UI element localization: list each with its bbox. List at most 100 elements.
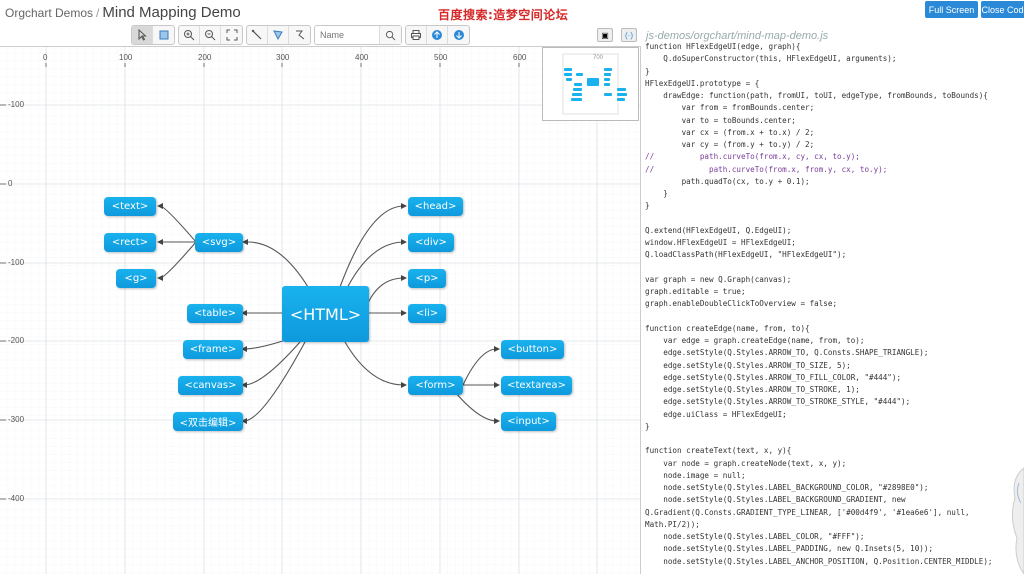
pointer-mode-button[interactable]	[132, 26, 153, 44]
code-line: function createEdge(name, from, to){	[645, 323, 810, 333]
close-code-button[interactable]: Close Code	[981, 1, 1024, 18]
code-viewer[interactable]: function HFlexEdgeUI(edge, graph){ Q.doS…	[645, 41, 1020, 568]
code-line: function createText(text, x, y){	[645, 446, 792, 456]
full-screen-button[interactable]: Full Screen	[925, 1, 978, 18]
search-input[interactable]	[315, 27, 379, 43]
print-icon	[411, 30, 421, 40]
search-button[interactable]	[379, 26, 401, 44]
download-button[interactable]	[448, 26, 469, 44]
zoom-in-button[interactable]	[179, 26, 200, 44]
code-line: edge.setStyle(Q.Styles.ARROW_TO_STROKE, …	[645, 385, 860, 394]
graph-canvas[interactable]: 0 100 200 300 400 500 600 -100 0 -100 -2…	[0, 46, 641, 574]
lasso-tool-button[interactable]	[289, 26, 310, 44]
zoom-out-button[interactable]	[200, 26, 221, 44]
ruler-x-label: 200	[198, 53, 212, 62]
mindmap-root-node[interactable]: <HTML>	[282, 286, 369, 342]
overview-mini-label: 700	[593, 55, 604, 61]
mindmap-node-form[interactable]: <form>	[408, 376, 463, 395]
overview-info-icon: (·)	[625, 30, 633, 40]
zoom-in-icon	[184, 30, 195, 41]
edge-tool-icon	[251, 29, 262, 40]
mindmap-node-input[interactable]: <input>	[501, 412, 556, 431]
code-line: Q.loadClassPath(HFlexEdgeUI, "HFlexEdgeU…	[645, 250, 847, 260]
code-line: edge.setStyle(Q.Styles.ARROW_TO_SIZE, 5)…	[645, 360, 851, 370]
ruler-y-label: -100	[8, 100, 25, 109]
mindmap-node-head[interactable]: <head>	[408, 197, 463, 216]
polygon-tool-icon	[273, 30, 283, 41]
breadcrumb-separator: /	[96, 6, 100, 20]
export-icon	[432, 30, 442, 40]
code-line: Q.doSuperConstructor(this, HFlexEdgeUI, …	[645, 54, 897, 64]
code-line: node.setStyle(Q.Styles.LABEL_ANCHOR_POSI…	[645, 556, 993, 566]
ruler-y-label: -400	[8, 494, 25, 503]
code-line: }	[645, 66, 650, 76]
code-line: var to = toBounds.center;	[645, 115, 796, 125]
code-line: node.setStyle(Q.Styles.LABEL_PADDING, ne…	[645, 544, 934, 554]
code-line: }	[645, 189, 668, 198]
code-line: node.image = null;	[645, 470, 746, 480]
code-line: Q.extend(HFlexEdgeUI, Q.EdgeUI);	[645, 225, 792, 235]
code-line: var edge = graph.createEdge(name, from, …	[645, 336, 865, 345]
mindmap-node-text[interactable]: <text>	[104, 197, 156, 216]
code-line: function HFlexEdgeUI(edge, graph){	[645, 42, 801, 51]
rubberband-select-icon	[159, 30, 168, 40]
mindmap-node-li[interactable]: <li>	[408, 304, 446, 323]
mindmap-node-g[interactable]: <g>	[116, 269, 156, 288]
watermark-text: 百度搜索:造梦空间论坛	[438, 8, 569, 22]
code-line: HFlexEdgeUI.prototype = {	[645, 78, 760, 88]
search-icon	[385, 30, 396, 40]
toolbar	[131, 25, 470, 45]
mindmap-node-table[interactable]: <table>	[187, 304, 243, 323]
mindmap-node-p[interactable]: <p>	[408, 269, 446, 288]
mindmap-node-button[interactable]: <button>	[501, 340, 564, 359]
code-line: Math.PI/2));	[645, 519, 700, 529]
code-line: var node = graph.createNode(text, x, y);	[645, 458, 847, 468]
ruler-y-label: -200	[8, 336, 25, 345]
overview-toggle-button[interactable]: ▣	[597, 28, 613, 42]
mindmap-node-svg[interactable]: <svg>	[195, 233, 243, 252]
ruler-x-label: 300	[276, 53, 290, 62]
zoom-fit-button[interactable]	[221, 26, 242, 44]
ruler-y-label: -300	[8, 415, 25, 424]
mindmap-node-div[interactable]: <div>	[408, 233, 454, 252]
code-line: graph.editable = true;	[645, 287, 746, 296]
code-line: Q.Gradient(Q.Consts.GRADIENT_TYPE_LINEAR…	[645, 507, 970, 517]
breadcrumb-root-link[interactable]: Orgchart Demos	[5, 6, 93, 20]
export-button[interactable]	[427, 26, 448, 44]
mindmap-node-rect[interactable]: <rect>	[104, 233, 156, 252]
polygon-tool-button[interactable]	[268, 26, 289, 44]
download-icon	[453, 30, 464, 40]
overview-info-button[interactable]: (·)	[621, 28, 637, 42]
header: Orgchart Demos / Mind Mapping Demo 百度搜索:造梦…	[0, 0, 640, 24]
draw-button-group	[246, 25, 311, 45]
rubberband-select-button[interactable]	[153, 26, 174, 44]
edge-tool-button[interactable]	[247, 26, 268, 44]
print-button[interactable]	[406, 26, 427, 44]
code-line: var from = fromBounds.center;	[645, 103, 815, 113]
mindmap-node-edit[interactable]: <双击编辑>	[173, 412, 243, 431]
code-line: var cx = (from.x + to.x) / 2;	[645, 127, 815, 137]
code-line: window.HFlexEdgeUI = HFlexEdgeUI;	[645, 238, 796, 247]
mode-button-group	[131, 25, 175, 45]
code-line: node.setStyle(Q.Styles.LABEL_COLOR, "#FF…	[645, 532, 865, 541]
overview-toggle-icon: ▣	[601, 30, 609, 40]
ruler-x-label: 400	[355, 53, 369, 62]
mindmap-node-frame[interactable]: <frame>	[183, 340, 243, 359]
code-line: }	[645, 421, 650, 431]
zoom-button-group	[178, 25, 243, 45]
breadcrumb: Orgchart Demos / Mind Mapping Demo	[5, 4, 241, 21]
code-line: edge.uiClass = HFlexEdgeUI;	[645, 409, 787, 419]
export-button-group	[405, 25, 470, 45]
code-line: drawEdge: function(path, fromUI, toUI, e…	[645, 91, 988, 100]
code-line: // path.curveTo(from.x, from.y, cx, to.y…	[645, 164, 888, 174]
page-title: Mind Mapping Demo	[102, 4, 241, 21]
mindmap-node-canvas[interactable]: <canvas>	[178, 376, 243, 395]
ruler-x-label: 600	[513, 53, 527, 62]
overview-panel[interactable]: 700	[542, 47, 639, 121]
zoom-fit-icon	[226, 29, 237, 41]
mindmap-node-textarea[interactable]: <textarea>	[501, 376, 572, 395]
side-mascot-image	[1011, 467, 1024, 574]
